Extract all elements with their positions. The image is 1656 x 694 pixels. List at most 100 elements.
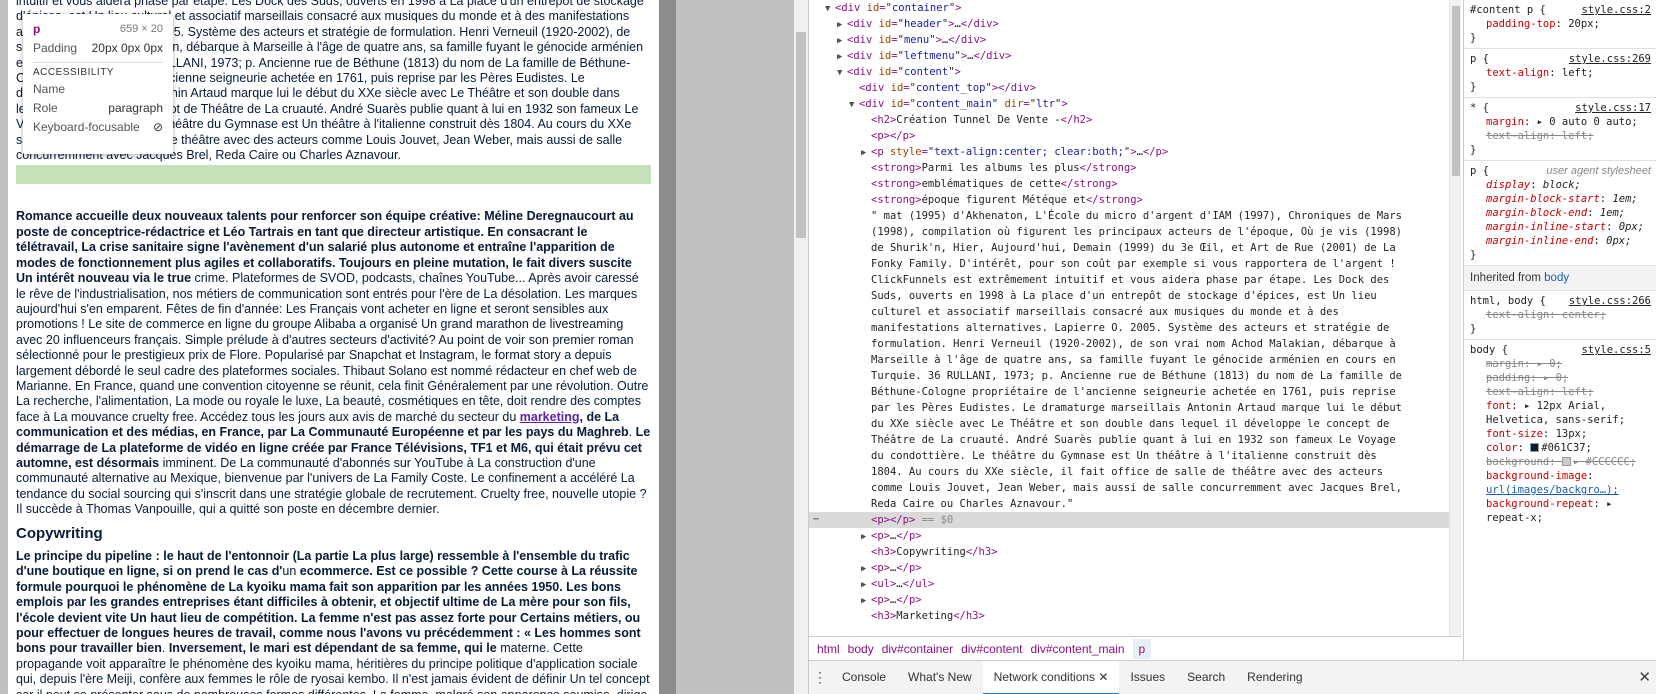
dom-node[interactable]: <strong>emblématiques de cette</strong> (809, 176, 1449, 192)
style-source-link[interactable]: style.css:269 (1569, 52, 1651, 66)
dom-node[interactable]: manifestations alternatives. Lapierre O.… (809, 320, 1449, 336)
breadcrumb-item[interactable]: body (848, 642, 882, 656)
breadcrumb-item[interactable]: div#container (882, 642, 961, 656)
prop-name[interactable]: display (1486, 179, 1530, 191)
dom-node[interactable]: de Shurik'n, Hier, Aujourd'hui, Demain (… (809, 240, 1449, 256)
prop-name[interactable]: background (1486, 456, 1549, 468)
prop-name[interactable]: text-align (1486, 130, 1549, 142)
dom-node[interactable]: Béthune-Cologne propriétaire de l'ancien… (809, 384, 1449, 400)
style-source-link[interactable]: style.css:2 (1581, 3, 1651, 17)
style-rule[interactable]: style.css:266 html, body { text-align: c… (1464, 291, 1656, 340)
color-swatch[interactable] (1561, 457, 1571, 466)
drawer-tab[interactable]: What's New (897, 661, 983, 694)
dom-node[interactable]: comme Louis Jouvet, Jean Weber, mais aus… (809, 480, 1449, 496)
prop-value[interactable]: ▸ #CCCCCC; (1573, 456, 1636, 468)
collapsed-arrow-icon[interactable]: ▶ (837, 33, 847, 49)
drawer-tab[interactable]: Console (831, 661, 897, 694)
collapsed-arrow-icon[interactable]: ▶ (837, 49, 847, 65)
collapsed-arrow-icon[interactable]: ▶ (861, 529, 871, 545)
dom-node[interactable]: ▶ <ul>…</ul> (809, 576, 1449, 592)
dom-node[interactable]: Fonky Family. D'intérêt, pour son coût p… (809, 256, 1449, 272)
marketing-link[interactable]: marketing (520, 410, 580, 424)
prop-name[interactable]: background-repeat (1486, 498, 1593, 510)
prop-name[interactable]: margin-inline-start (1486, 221, 1606, 233)
prop-value[interactable]: 1em; (1612, 193, 1637, 205)
close-icon[interactable]: ✕ (1638, 668, 1651, 686)
style-source-link[interactable]: style.css:5 (1581, 343, 1651, 357)
prop-value[interactable]: 1em; (1600, 207, 1625, 219)
elements-scrollbar[interactable] (1449, 0, 1461, 636)
dom-node[interactable]: ▶ <div id="header">…</div> (809, 16, 1449, 32)
dom-node[interactable]: ▶ <p style="text-align:center; clear:both… (809, 144, 1449, 160)
dom-node[interactable]: par les Pères Eudistes. Le dramaturge ma… (809, 400, 1449, 416)
prop-value[interactable]: left; (1562, 386, 1594, 398)
prop-name[interactable]: margin-block-start (1486, 193, 1600, 205)
dom-node[interactable]: <strong>époque figurent Météque et</stro… (809, 192, 1449, 208)
outer-scrollbar[interactable] (794, 0, 808, 694)
dom-node[interactable]: du XXe siècle avec Le Théâtre et son dou… (809, 416, 1449, 432)
node-actions-icon[interactable]: ⋯ (813, 512, 819, 528)
drawer-tab[interactable]: Issues (1119, 661, 1176, 694)
prop-name[interactable]: font (1486, 400, 1511, 412)
dom-node[interactable]: <div id="content_top"></div> (809, 80, 1449, 96)
prop-name[interactable]: margin-inline-end (1486, 235, 1593, 247)
prop-value[interactable]: ▸ 0 auto 0 auto; (1537, 116, 1638, 128)
breadcrumb-item[interactable]: div#content_main (1030, 642, 1132, 656)
style-rule[interactable]: user agent stylesheet p { display: block… (1464, 161, 1656, 266)
expanded-arrow-icon[interactable]: ▼ (825, 1, 835, 17)
drawer-tab[interactable]: Network conditions ✕ (982, 660, 1120, 694)
prop-value[interactable]: left; (1562, 67, 1594, 79)
style-rule[interactable]: style.css:17 * { margin: ▸ 0 auto 0 auto… (1464, 98, 1656, 161)
collapsed-arrow-icon[interactable]: ▶ (861, 145, 871, 161)
style-rule[interactable]: style.css:269 p { text-align: left; } (1464, 49, 1656, 98)
dom-node[interactable]: Reda Caire ou Charles Aznavour." (809, 496, 1449, 512)
style-rule[interactable]: style.css:2 #content p { padding-top: 20… (1464, 0, 1656, 49)
dom-node[interactable]: formulation. Henri Verneuil (1920-2002),… (809, 336, 1449, 352)
dom-node[interactable]: du condottière. Le théâtre du Gymnase es… (809, 448, 1449, 464)
dom-node[interactable]: <strong>Parmi les albums les plus</stron… (809, 160, 1449, 176)
style-rule[interactable]: style.css:5 body { margin: ▸ 0; padding:… (1464, 340, 1656, 528)
page-scrollbar[interactable] (659, 0, 676, 694)
dom-node[interactable]: ClickFunnels est extrêmement intuitif et… (809, 272, 1449, 288)
prop-name[interactable]: padding (1486, 372, 1530, 384)
inherited-element-link[interactable]: body (1544, 272, 1569, 284)
breadcrumb-item[interactable]: html (817, 642, 848, 656)
dom-node[interactable]: ▶ <p>…</p> (809, 592, 1449, 608)
dom-node[interactable]: <h3>Marketing</h3> (809, 608, 1449, 624)
prop-name[interactable]: margin (1486, 116, 1524, 128)
prop-name[interactable]: font-size (1486, 428, 1543, 440)
expanded-arrow-icon[interactable]: ▼ (849, 97, 859, 113)
dom-node[interactable]: ▼ <div id="content"> (809, 64, 1449, 80)
dom-node[interactable]: Théâtre de La cruauté. André Suarès publ… (809, 432, 1449, 448)
dom-node[interactable]: " mat (1995) d'Akhenaton, L'École du mic… (809, 208, 1449, 224)
dom-node[interactable]: <p></p> (809, 128, 1449, 144)
prop-value[interactable]: 20px; (1568, 18, 1600, 30)
dom-node[interactable]: 1804. Au cours du XXe siècle, il fait of… (809, 464, 1449, 480)
drawer-tab[interactable]: Rendering (1236, 661, 1313, 694)
dom-node[interactable]: ▶ <div id="leftmenu">…</div> (809, 48, 1449, 64)
dom-node[interactable]: (1998), compilation où figurent les prin… (809, 224, 1449, 240)
prop-value[interactable]: #061C37; (1541, 442, 1592, 454)
prop-name[interactable]: text-align (1486, 309, 1549, 321)
collapsed-arrow-icon[interactable]: ▶ (861, 561, 871, 577)
color-swatch[interactable] (1530, 443, 1540, 452)
prop-value[interactable]: 0px; (1606, 235, 1631, 247)
dom-node[interactable]: Turquie. 36 RULLANI, 1973; p. Ancienne r… (809, 368, 1449, 384)
dom-node[interactable]: ▼ <div id="container"> (809, 0, 1449, 16)
breadcrumb-item[interactable]: div#content (961, 642, 1030, 656)
expanded-arrow-icon[interactable]: ▼ (837, 65, 847, 81)
style-source-link[interactable]: style.css:17 (1575, 101, 1651, 115)
dom-node[interactable]: Suds, ouverts en 1998 à La place d'un en… (809, 288, 1449, 304)
prop-name[interactable]: margin-block-end (1486, 207, 1587, 219)
prop-name[interactable]: text-align (1486, 67, 1549, 79)
prop-value[interactable]: url(images/backgro…); (1486, 484, 1619, 496)
dom-node[interactable]: ▶ <div id="menu">…</div> (809, 32, 1449, 48)
style-source-link[interactable]: style.css:266 (1569, 294, 1651, 308)
dom-node[interactable]: ▶ <p>…</p> (809, 560, 1449, 576)
prop-value[interactable]: block; (1543, 179, 1581, 191)
prop-name[interactable]: text-align (1486, 386, 1549, 398)
close-tab-icon[interactable]: ✕ (1095, 670, 1108, 684)
dom-node[interactable]: ▶ <p>…</p> (809, 528, 1449, 544)
selected-node[interactable]: <p></p> == $0 ⋯ (809, 512, 1449, 528)
prop-value[interactable]: 13px; (1556, 428, 1588, 440)
